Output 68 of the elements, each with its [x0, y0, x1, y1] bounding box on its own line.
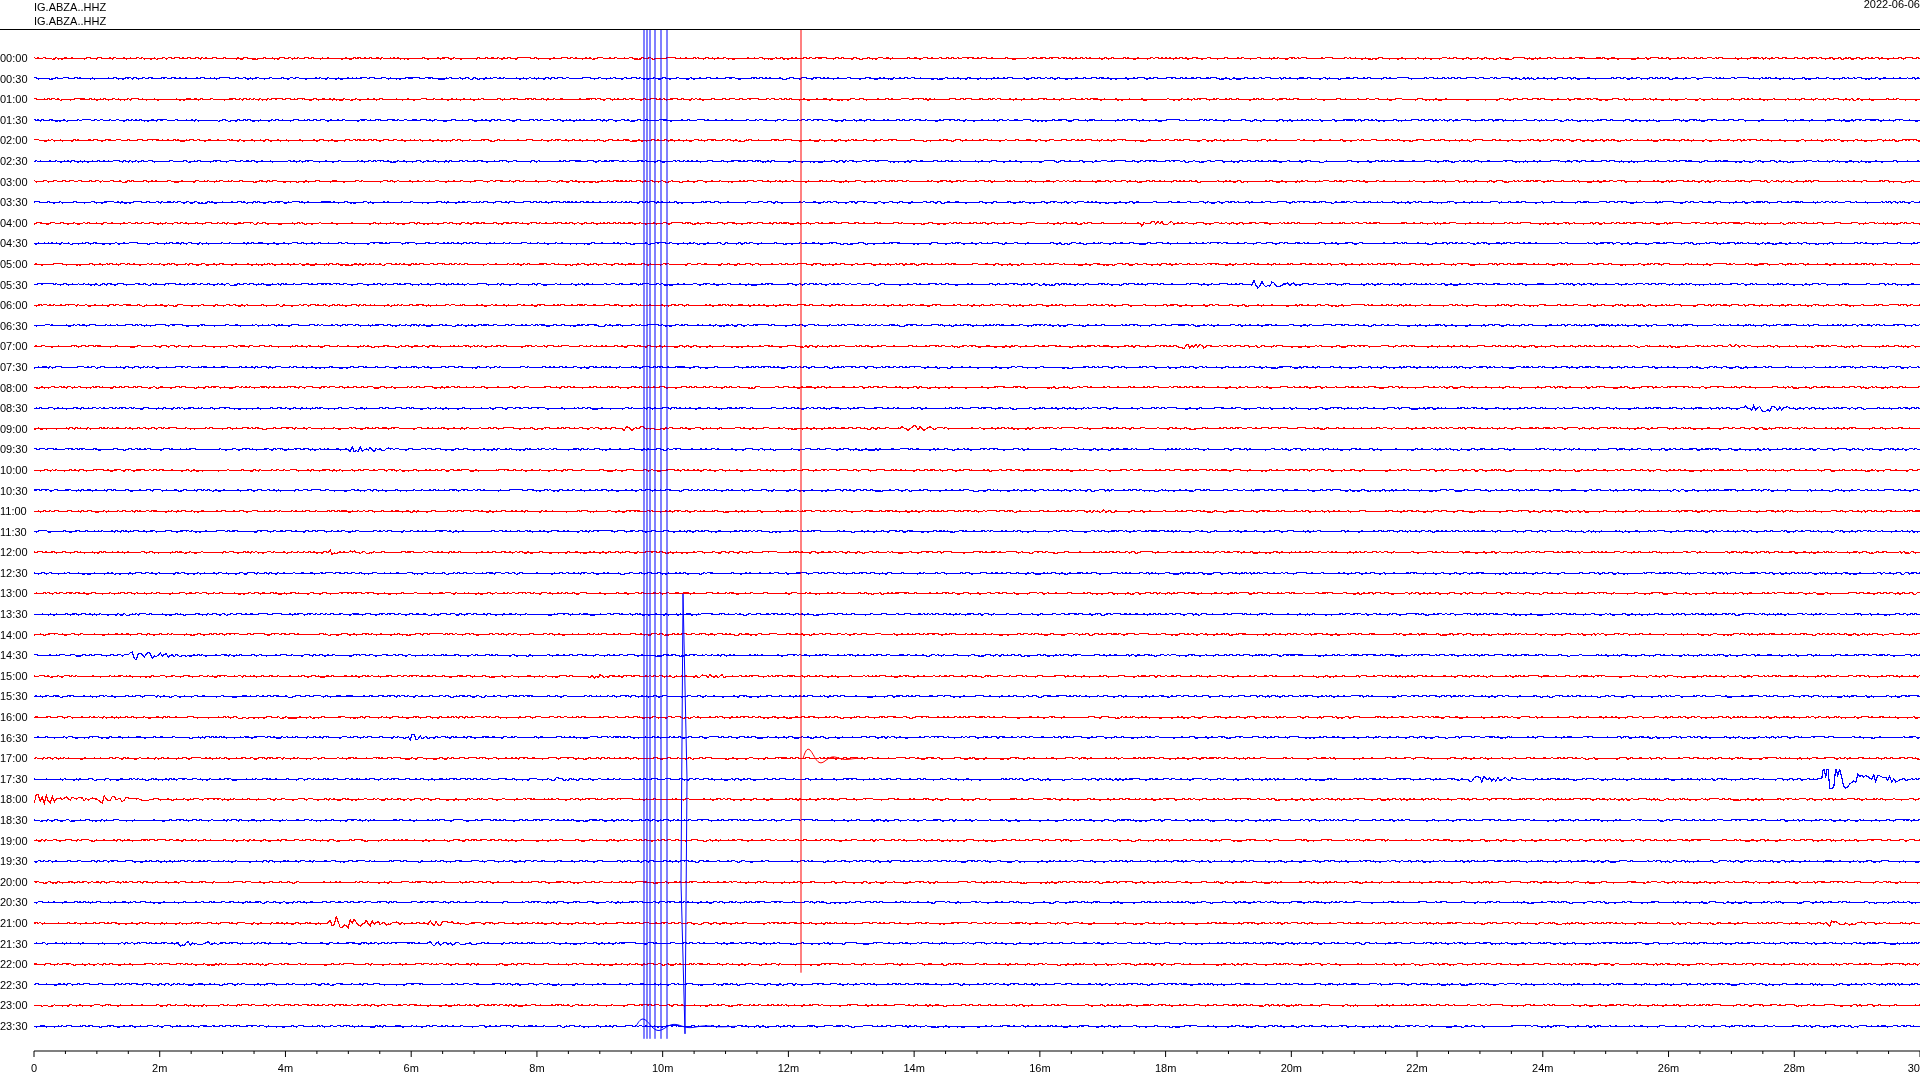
row-time-label: 02:00: [0, 134, 29, 147]
row-time-label: 01:00: [0, 93, 29, 106]
axis-tick-label: 2m: [152, 1062, 168, 1075]
row-time-label: 03:30: [0, 196, 29, 209]
row-time-label: 13:00: [0, 587, 29, 600]
row-time-label: 02:30: [0, 155, 29, 167]
axis-tick-label: 6m: [403, 1062, 419, 1075]
row-time-label: 12:00: [0, 546, 29, 559]
row-time-label: 01:30: [0, 113, 29, 126]
row-time-label: 11:30: [0, 525, 28, 538]
row-time-label: 17:00: [0, 752, 29, 765]
row-time-label: 05:00: [0, 258, 29, 270]
row-time-label: 22:30: [0, 978, 29, 991]
row-time-label: 18:30: [0, 814, 29, 826]
row-time-label: 07:30: [0, 360, 29, 373]
row-time-label: 08:30: [0, 402, 29, 415]
row-time-label: 04:30: [0, 237, 29, 250]
axis-tick-label: 26m: [1657, 1062, 1680, 1075]
row-time-label: 15:30: [0, 690, 29, 703]
row-time-label: 23:00: [0, 999, 29, 1012]
row-time-label: 08:00: [0, 381, 29, 394]
row-time-label: 10:00: [0, 463, 29, 476]
axis-tick-label: 20m: [1280, 1062, 1303, 1075]
axis-tick-label: 12m: [777, 1062, 800, 1075]
row-time-label: 23:30: [0, 1019, 29, 1032]
row-time-label: 10:30: [0, 484, 29, 497]
row-time-label: 20:30: [0, 896, 29, 909]
axis-tick-label: 4m: [277, 1062, 294, 1075]
row-time-label: 17:30: [0, 772, 29, 785]
row-time-label: 16:00: [0, 711, 29, 724]
row-time-label: 16:30: [0, 731, 29, 744]
row-time-label: 09:30: [0, 443, 29, 456]
row-time-label: 11:00: [0, 505, 28, 518]
row-time-label: 00:00: [0, 52, 29, 65]
channel-label: IG.ABZA..HHZ: [34, 0, 107, 14]
row-time-label: 14:30: [0, 649, 29, 662]
channel-label: IG.ABZA..HHZ: [34, 14, 107, 28]
row-time-label: 22:00: [0, 958, 29, 971]
axis-tick-label: 10m: [651, 1062, 674, 1075]
axis-tick-label: 14m: [903, 1062, 925, 1075]
row-time-label: 12:30: [0, 566, 29, 579]
row-time-label: 06:30: [0, 319, 29, 332]
row-time-label: 19:30: [0, 855, 29, 868]
axis-tick-label: 16m: [1029, 1062, 1051, 1075]
row-time-label: 15:00: [0, 669, 29, 682]
row-time-label: 04:00: [0, 216, 29, 229]
date-label: 2022-06-06: [1863, 0, 1920, 12]
row-time-label: 14:00: [0, 628, 29, 641]
axis-tick-label: 0: [30, 1062, 38, 1075]
row-time-label: 06:00: [0, 299, 29, 312]
row-time-label: 19:00: [0, 834, 29, 847]
row-time-label: 21:30: [0, 937, 29, 950]
axis-tick-label: 24m: [1532, 1062, 1554, 1075]
row-time-label: 13:30: [0, 608, 29, 621]
row-time-label: 07:00: [0, 340, 29, 353]
damped-wave-drawing: [802, 748, 864, 764]
row-time-label: 21:00: [0, 917, 29, 929]
row-time-label: 09:00: [0, 422, 29, 435]
row-time-label: 20:00: [0, 875, 29, 888]
axis-tick-label: 28m: [1783, 1062, 1805, 1075]
row-time-label: 03:00: [0, 175, 29, 188]
row-time-label: 18:00: [0, 793, 29, 806]
axis-tick-label: 18m: [1154, 1062, 1177, 1075]
axis-tick-label: 30: [1907, 1062, 1920, 1075]
row-time-label: 00:30: [0, 72, 29, 85]
axis-tick-label: 8m: [529, 1062, 545, 1075]
axis-tick-label: 22m: [1406, 1062, 1428, 1075]
row-time-label: 05:30: [0, 278, 29, 291]
